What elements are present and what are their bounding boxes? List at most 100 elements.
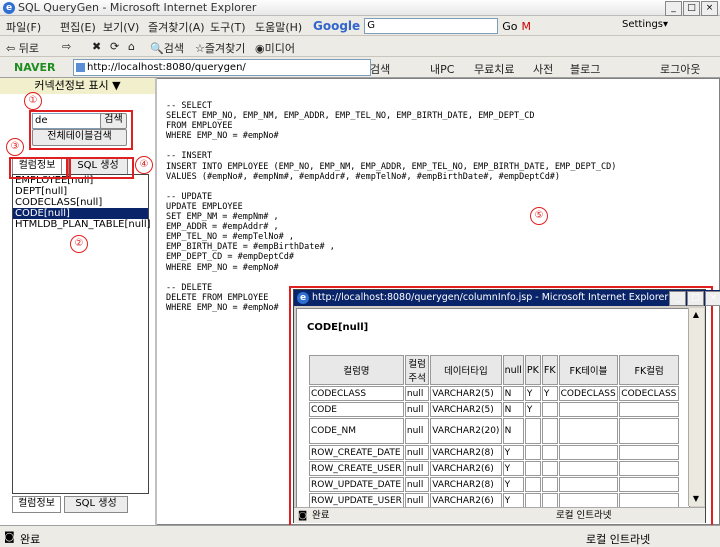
table-row: ROW_UPDATE_DATE null VARCHAR2(8) Y bbox=[309, 477, 679, 492]
free-cure-button[interactable]: 무료치료 bbox=[474, 61, 514, 77]
list-item[interactable]: CODECLASS[null] bbox=[13, 197, 148, 208]
popup-status-text: 완료 bbox=[312, 510, 330, 521]
google-logo: Google bbox=[313, 19, 361, 33]
cell: Y bbox=[502, 461, 524, 476]
highlight-search-area bbox=[29, 110, 133, 150]
stop-icon[interactable]: ✖ bbox=[92, 40, 101, 53]
popup-title: http://localhost:8080/querygen/columnInf… bbox=[312, 292, 669, 303]
menu-file[interactable]: 파일(F) bbox=[6, 19, 41, 35]
ie-icon: e bbox=[3, 2, 15, 14]
cell: Y bbox=[502, 493, 524, 508]
list-item[interactable]: DEPT[null] bbox=[13, 186, 148, 197]
url-field[interactable]: http://localhost:8080/querygen/ bbox=[73, 59, 371, 76]
cell bbox=[619, 493, 679, 508]
annotation-4: ④ bbox=[135, 156, 153, 174]
cell: VARCHAR2(20) bbox=[430, 418, 502, 444]
blog-button[interactable]: 블로그 bbox=[570, 61, 600, 77]
cell: N bbox=[502, 418, 524, 444]
popup-maximize-button[interactable]: □ bbox=[687, 291, 704, 306]
popup-close-button[interactable]: × bbox=[705, 291, 720, 306]
cell: CODE_NM bbox=[309, 418, 404, 444]
cell: Y bbox=[502, 477, 524, 492]
popup-body: CODE[null] 컬럼명 컬럼주석 데이터타입 null PK FK FK테… bbox=[296, 308, 690, 508]
popup-minimize-button[interactable]: _ bbox=[669, 291, 686, 306]
media-button[interactable]: ◉미디어 bbox=[255, 40, 295, 56]
google-search-input[interactable]: G bbox=[364, 18, 499, 34]
cell: Y bbox=[502, 445, 524, 460]
cell: N bbox=[502, 386, 524, 401]
menu-favorites[interactable]: 즐겨찾기(A) bbox=[148, 19, 205, 35]
cell bbox=[558, 477, 619, 492]
cell bbox=[619, 402, 679, 417]
standard-toolbar: ⇦ 뒤로 ⇨ ✖ ⟳ ⌂ 🔍검색 ☆즐겨찾기 ◉미디어 bbox=[0, 36, 720, 57]
cell: VARCHAR2(6) bbox=[430, 493, 502, 508]
refresh-icon[interactable]: ⟳ bbox=[110, 40, 119, 53]
scroll-up-icon[interactable]: ▲ bbox=[689, 308, 703, 322]
search-button[interactable]: 🔍검색 bbox=[150, 40, 184, 56]
col-header: 데이터타입 bbox=[430, 355, 502, 385]
bottom-tab-sql-gen[interactable]: SQL 생성 bbox=[64, 496, 128, 513]
favorites-button[interactable]: ☆즐겨찾기 bbox=[195, 40, 245, 56]
google-toolbar: Google G Go M bbox=[313, 17, 531, 35]
naver-logo: NAVER bbox=[14, 61, 56, 74]
cell bbox=[524, 418, 541, 444]
gmail-icon[interactable]: M bbox=[521, 20, 531, 33]
menu-edit[interactable]: 편집(E) bbox=[60, 19, 96, 35]
dictionary-button[interactable]: 사전 bbox=[533, 61, 553, 77]
annotation-2: ② bbox=[70, 235, 88, 253]
google-settings-button[interactable]: Settings▾ bbox=[622, 19, 668, 30]
scroll-down-icon[interactable]: ▼ bbox=[689, 492, 703, 506]
bottom-tab-column-info[interactable]: 컬럼정보 bbox=[12, 496, 61, 513]
table-row: CODECLASS null VARCHAR2(5) N Y Y CODECLASS CODE… bbox=[309, 386, 679, 401]
forward-button[interactable]: ⇨ bbox=[62, 40, 71, 53]
status-text: 완료 bbox=[20, 533, 41, 546]
annotation-1: ① bbox=[24, 92, 42, 110]
col-header: FK컬럼 bbox=[619, 355, 679, 385]
list-item[interactable]: HTMLDB_PLAN_TABLE[null] bbox=[13, 219, 151, 230]
cell: ROW_CREATE_DATE bbox=[309, 445, 404, 460]
popup-heading: CODE[null] bbox=[307, 322, 369, 333]
col-header: null bbox=[502, 355, 524, 385]
status-zone: 로컬 인트라넷 bbox=[586, 533, 651, 546]
cell: null bbox=[404, 493, 430, 508]
cell bbox=[541, 418, 558, 444]
minimize-button[interactable]: _ bbox=[665, 1, 682, 16]
address-bar: NAVER http://localhost:8080/querygen/ 검색… bbox=[0, 57, 720, 78]
cell: VARCHAR2(8) bbox=[430, 445, 502, 460]
cell: null bbox=[404, 418, 430, 444]
close-button[interactable]: × bbox=[701, 1, 718, 16]
cell bbox=[524, 477, 541, 492]
col-header: FK bbox=[541, 355, 558, 385]
menu-tools[interactable]: 도구(T) bbox=[210, 19, 246, 35]
back-button[interactable]: ⇦ 뒤로 bbox=[6, 40, 39, 56]
cell: Y bbox=[524, 402, 541, 417]
google-go-button[interactable]: Go bbox=[502, 20, 517, 33]
cell bbox=[524, 445, 541, 460]
my-pc-button[interactable]: 내PC bbox=[430, 61, 454, 77]
cell: null bbox=[404, 461, 430, 476]
home-icon[interactable]: ⌂ bbox=[128, 40, 135, 53]
col-header: FK테이블 bbox=[558, 355, 619, 385]
menu-help[interactable]: 도움말(H) bbox=[255, 19, 302, 35]
cell bbox=[541, 477, 558, 492]
menu-view[interactable]: 보기(V) bbox=[103, 19, 139, 35]
cell: CODECLASS bbox=[558, 386, 619, 401]
cell bbox=[524, 461, 541, 476]
logout-button[interactable]: 로그아웃 bbox=[660, 61, 700, 77]
list-item-selected[interactable]: CODE[null] bbox=[13, 208, 148, 219]
popup-titlebar: e http://localhost:8080/querygen/columnI… bbox=[294, 290, 720, 306]
cell bbox=[558, 418, 619, 444]
cell bbox=[524, 493, 541, 508]
cell: N bbox=[502, 402, 524, 417]
popup-statusbar: ◙ 완료 로컬 인트라넷 bbox=[294, 507, 705, 523]
connection-info-toggle[interactable]: 커넥션정보 표시 ▼ bbox=[0, 78, 155, 94]
naver-search-button[interactable]: 검색 bbox=[370, 61, 390, 77]
cell: VARCHAR2(5) bbox=[430, 402, 502, 417]
cell bbox=[541, 493, 558, 508]
table-row: CODE null VARCHAR2(5) N Y bbox=[309, 402, 679, 417]
popup-scrollbar[interactable]: ▲ ▼ bbox=[688, 308, 704, 506]
column-table: 컬럼명 컬럼주석 데이터타입 null PK FK FK테이블 FK컬럼 COD… bbox=[308, 354, 680, 509]
cell: CODECLASS bbox=[309, 386, 404, 401]
maximize-button[interactable]: □ bbox=[683, 1, 700, 16]
highlight-column-tab bbox=[9, 157, 71, 179]
